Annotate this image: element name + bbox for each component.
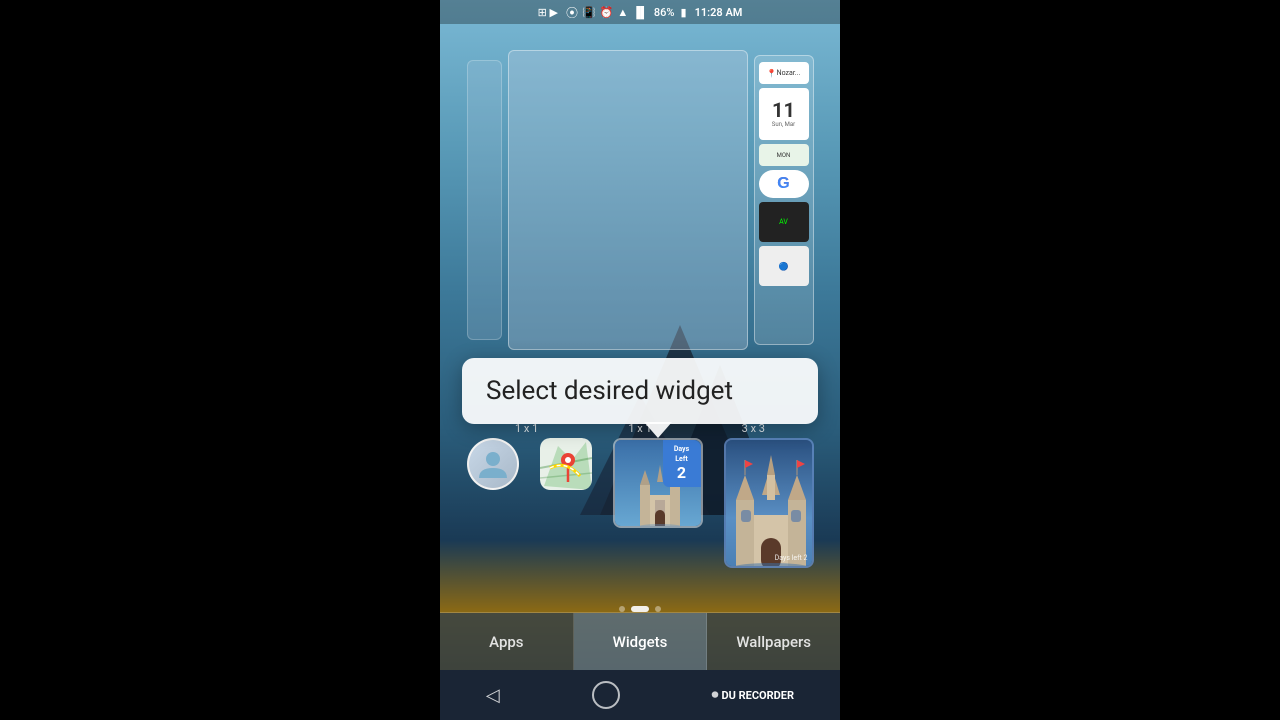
tab-wallpapers-label: Wallpapers (736, 633, 811, 651)
black-right (840, 0, 1280, 720)
disney-widget-1x1[interactable]: DaysLeft 2 (613, 438, 703, 528)
time: 11:28 AM (695, 6, 743, 19)
google-g-icon: G (777, 175, 789, 193)
recorder-label: DU RECORDER (721, 689, 794, 702)
agenda-label: MON (777, 152, 791, 159)
calendar-date: 11 (772, 100, 795, 120)
disney-widget-3x3-item[interactable]: Days left 2 (724, 438, 814, 568)
location-text: Nozar... (777, 69, 801, 77)
tab-apps-label: Apps (489, 633, 523, 651)
location-widget: 📍 Nozar... (759, 62, 809, 84)
home-button[interactable] (592, 681, 620, 709)
status-bar-content: ⊞ ▶ ⦿ 📳 ⏰ ▲ ▐▌ 86% ▮ 11:28 AM (538, 4, 743, 21)
tab-apps[interactable]: Apps (440, 613, 574, 670)
record-icon: ⏺ (711, 687, 718, 703)
panel-center[interactable] (508, 50, 748, 350)
signal-icon: ▐▌ (632, 6, 648, 19)
days-left-bottom: Days left 2 (775, 554, 808, 562)
maps-widget-box[interactable] (540, 438, 592, 490)
back-icon: ◁ (486, 685, 500, 706)
disney-castle-bg-large (726, 440, 812, 566)
agenda-widget: MON (759, 144, 809, 166)
location-pin-icon: 📍 (767, 69, 777, 78)
maps-widget-item[interactable] (540, 438, 592, 490)
disney-widget-1x1-item[interactable]: DaysLeft 2 (613, 438, 703, 528)
status-bar: ⊞ ▶ ⦿ 📳 ⏰ ▲ ▐▌ 86% ▮ 11:28 AM (440, 0, 840, 24)
vibrate-icon: 📳 (582, 6, 596, 19)
tab-widgets-label: Widgets (613, 633, 668, 651)
chromebook-widget: 🔵 (759, 246, 809, 286)
nav-bar: ◁ ⏺ DU RECORDER (440, 670, 840, 720)
calendar-widget: 11 Sun, Mar (759, 88, 809, 140)
tab-widgets[interactable]: Widgets (574, 613, 708, 670)
av-widget: AV (759, 202, 809, 242)
panel-right[interactable]: 📍 Nozar... 11 Sun, Mar MON G AV 🔵 (754, 55, 814, 345)
contacts-icon-inner (469, 440, 517, 488)
contacts-widget-item[interactable] (467, 438, 519, 490)
disney-castle-svg-large (726, 440, 814, 568)
av-icon: AV (779, 218, 788, 226)
home-circle-icon (592, 681, 620, 709)
chrome-icon: 🔵 (779, 262, 789, 271)
disney-widget-3x3[interactable]: Days left 2 (724, 438, 814, 568)
panel-left[interactable] (467, 60, 502, 340)
maps-svg (540, 438, 592, 490)
alarm-icon: ⏰ (600, 6, 614, 19)
recorder-button[interactable]: ⏺ DU RECORDER (711, 687, 794, 703)
tab-wallpapers[interactable]: Wallpapers (707, 613, 840, 670)
contacts-person-svg (477, 448, 509, 480)
battery-icon: ▮ (681, 6, 687, 19)
days-left-label: DaysLeft (674, 445, 689, 463)
bottom-tabs: Apps Widgets Wallpapers (440, 612, 840, 670)
contacts-widget-box[interactable] (467, 438, 519, 490)
days-left-badge: DaysLeft 2 (663, 440, 701, 487)
wifi-icon: ▲ (617, 6, 628, 19)
black-left (0, 0, 440, 720)
panels-area: 📍 Nozar... 11 Sun, Mar MON G AV 🔵 (440, 30, 840, 370)
bluetooth-icon: ⦿ (566, 4, 578, 21)
status-icons-left: ⊞ ▶ (538, 6, 558, 19)
tooltip-text: Select desired widget (486, 376, 733, 406)
widget-icons-row: DaysLeft 2 (440, 438, 840, 568)
days-left-bottom-text: Days left 2 (775, 554, 808, 562)
phone-screen: ⊞ ▶ ⦿ 📳 ⏰ ▲ ▐▌ 86% ▮ 11:28 AM 📍 (440, 0, 840, 720)
calendar-day: Sun, Mar (772, 121, 795, 128)
battery-percent: 86% (654, 6, 675, 19)
back-button[interactable]: ◁ (486, 685, 500, 706)
google-widget[interactable]: G (759, 170, 809, 198)
days-number: 2 (666, 463, 698, 482)
tooltip-bubble: Select desired widget (462, 358, 818, 424)
